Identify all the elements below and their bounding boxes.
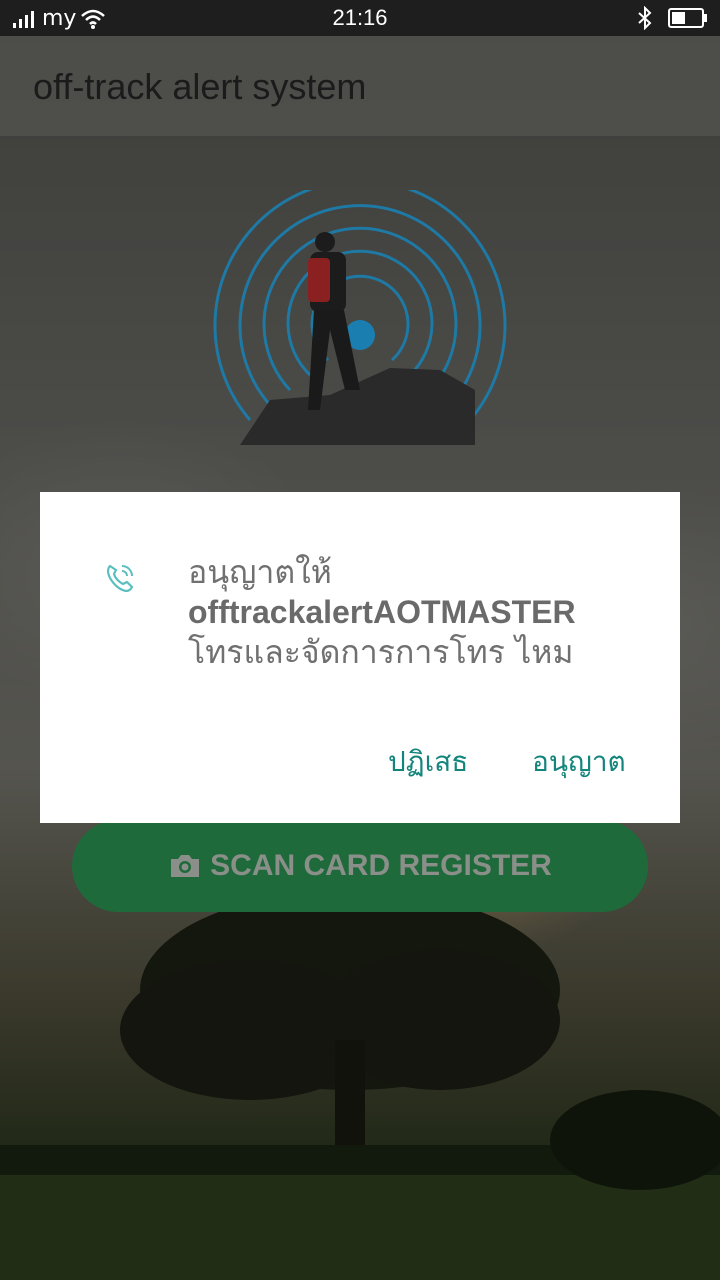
hiker-logo-image: [213, 190, 507, 445]
allow-button[interactable]: อนุญาต: [532, 740, 626, 784]
permission-app-name: offtrackalertAOTMASTER: [188, 594, 576, 630]
app-bar: off-track alert system: [0, 36, 720, 136]
scan-card-register-button[interactable]: SCAN CARD REGISTER: [72, 820, 648, 912]
status-bar: my 21:16: [0, 0, 720, 36]
permission-message: อนุญาตให้ offtrackalertAOTMASTER โทรและจ…: [188, 552, 658, 672]
clock: 21:16: [332, 5, 388, 30]
battery-icon: [668, 8, 707, 28]
permission-message-prefix: อนุญาตให้: [188, 553, 332, 591]
scan-button-label: SCAN CARD REGISTER: [210, 849, 552, 882]
phone-icon: [107, 564, 134, 593]
permission-dialog: อนุญาตให้ offtrackalertAOTMASTER โทรและจ…: [40, 492, 680, 823]
permission-message-suffix: โทรและจัดการการโทร ไหม: [188, 633, 574, 671]
bluetooth-icon: [638, 6, 652, 30]
camera-icon: [171, 855, 200, 877]
deny-button[interactable]: ปฏิเสธ: [388, 740, 468, 784]
app-title: off-track alert system: [33, 66, 367, 107]
